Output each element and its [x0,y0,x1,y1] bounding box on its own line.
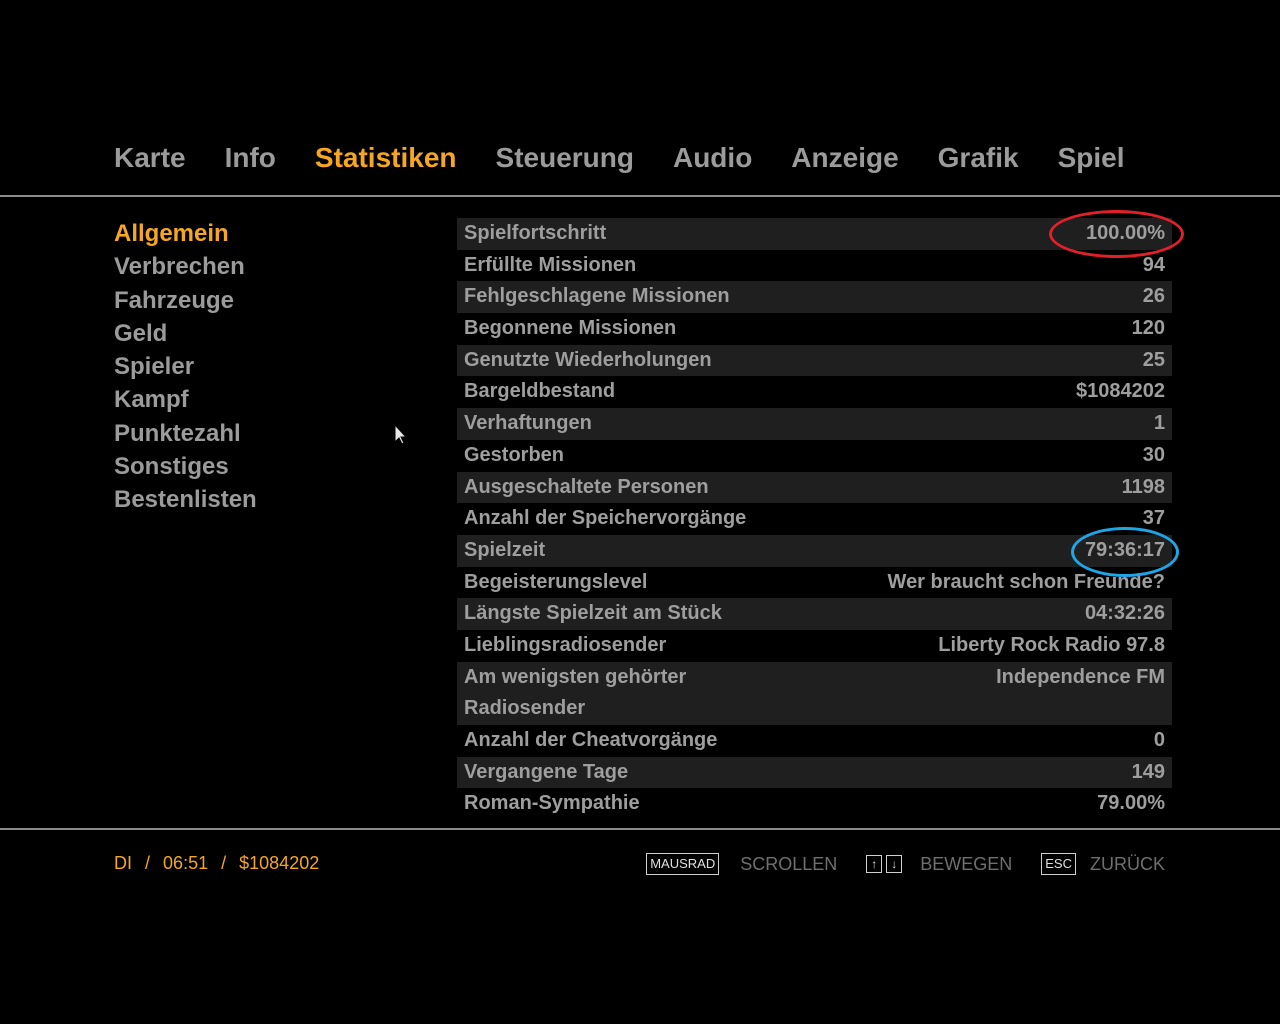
stat-value: 1198 [1121,475,1165,498]
stat-row: Längste Spielzeit am Stück 04:32:26 [457,598,1172,630]
stat-row: Lieblingsradiosender Liberty Rock Radio 9… [457,630,1172,662]
stat-value: 1 [1153,412,1165,435]
status-readout: DI / 06:51 / $1084202 [114,853,319,874]
stat-label: Begeisterungslevel [464,570,648,593]
category-spieler[interactable]: Spieler [114,350,257,383]
back-hint[interactable]: ZURÜCK [1090,854,1165,875]
control-hints: MAUSRAD SCROLLEN ↑ ↓ BEWEGEN ESC ZURÜCK [646,853,1165,875]
stat-label: Erfüllte Missionen [464,253,637,276]
category-list: Allgemein Verbrechen Fahrzeuge Geld Spie… [114,217,257,517]
stat-label: Verhaftungen [464,412,592,435]
main-tab-bar: Karte Info Statistiken Steuerung Audio A… [114,138,1125,178]
stat-value: Liberty Rock Radio 97.8 [938,633,1165,656]
stat-row: Erfüllte Missionen 94 [457,250,1172,282]
stat-label: Fehlgeschlagene Missionen [464,285,730,308]
status-money: $1084202 [239,853,320,873]
stat-label: Roman-Sympathie [464,792,640,815]
stat-row: Verhaftungen 1 [457,408,1172,440]
category-sonstiges[interactable]: Sonstiges [114,450,257,483]
tab-info[interactable]: Info [225,142,276,174]
stat-label: Gestorben [464,443,565,466]
stat-label: Längste Spielzeit am Stück [464,602,722,625]
stat-value: 30 [1142,443,1165,466]
tab-audio[interactable]: Audio [673,142,752,174]
stat-value: 149 [1131,760,1165,783]
top-divider [0,195,1280,197]
stat-label: Begonnene Missionen [464,317,677,340]
stats-table[interactable]: Spielfortschritt 100.00% Erfüllte Mission… [457,218,1172,820]
scroll-hint: SCROLLEN [740,853,838,874]
tab-anzeige[interactable]: Anzeige [791,142,898,174]
stat-value: 04:32:26 [1084,602,1165,625]
status-separator: / [145,853,151,873]
stat-row: Roman-Sympathie 79.00% [457,788,1172,820]
stat-row: Anzahl der Cheatvorgänge 0 [457,725,1172,757]
esc-key: ESC [1041,853,1076,875]
stat-row: Fehlgeschlagene Missionen 26 [457,281,1172,314]
stat-label: Vergangene Tage [464,760,629,783]
category-geld[interactable]: Geld [114,317,257,350]
stat-label: Anzahl der Speichervorgänge [464,507,747,530]
stat-label: Anzahl der Cheatvorgänge [464,729,718,752]
status-separator: / [221,853,227,873]
tab-karte[interactable]: Karte [114,142,186,174]
stat-row: Begonnene Missionen 120 [457,313,1172,345]
tab-grafik[interactable]: Grafik [938,142,1019,174]
mousewheel-key: MAUSRAD [646,853,720,875]
stat-label: Am wenigsten gehörter Radiosender [464,665,687,720]
stat-label: Genutzte Wiederholungen [464,348,712,371]
stat-label: Lieblingsradiosender [464,633,667,656]
arrow-keys: ↑ ↓ [866,855,906,873]
arrow-up-icon: ↑ [866,855,883,873]
category-fahrzeuge[interactable]: Fahrzeuge [114,284,257,317]
stat-row: Vergangene Tage 149 [457,756,1172,789]
category-kampf[interactable]: Kampf [114,383,257,416]
arrow-down-icon: ↓ [886,855,903,873]
stat-label: Bargeldbestand [464,380,616,403]
stat-value: Wer braucht schon Freunde? [887,570,1165,593]
status-time: 06:51 [163,853,209,873]
stat-value: 120 [1131,317,1165,340]
category-punktezahl[interactable]: Punktezahl [114,417,257,450]
stat-value: 0 [1153,729,1165,752]
stat-value: 26 [1142,285,1165,308]
stat-value: 79.00% [1097,792,1165,815]
stat-label: Spielfortschritt [464,222,607,244]
bottom-divider [0,828,1280,830]
tab-steuerung[interactable]: Steuerung [496,142,634,174]
stat-row: Bargeldbestand $1084202 [457,376,1172,408]
stat-row: Am wenigsten gehörter Radiosender Indepen… [457,661,1172,726]
category-verbrechen[interactable]: Verbrechen [114,250,257,283]
stat-value: $1084202 [1076,380,1165,403]
stat-row: Spielfortschritt 100.00% [457,218,1172,250]
status-day: DI [114,853,132,873]
tab-statistiken[interactable]: Statistiken [315,142,457,174]
category-bestenlisten[interactable]: Bestenlisten [114,483,257,516]
stat-row: Begeisterungslevel Wer braucht schon Freu… [457,567,1172,599]
mouse-cursor-icon [394,424,408,445]
stat-row: Ausgeschaltete Personen 1198 [457,471,1172,504]
stat-value: 94 [1142,253,1165,276]
stat-value: Independence FM [996,665,1165,688]
stat-value: 79:36:17 [1084,538,1165,561]
stat-value: 100.00% [1086,222,1165,244]
stat-row: Gestorben 30 [457,440,1172,472]
tab-spiel[interactable]: Spiel [1058,142,1125,174]
stat-row: Spielzeit 79:36:17 [457,534,1172,567]
stat-value: 37 [1142,507,1165,530]
category-allgemein[interactable]: Allgemein [114,217,257,250]
stat-label: Ausgeschaltete Personen [464,475,709,498]
stat-row: Genutzte Wiederholungen 25 [457,344,1172,377]
stat-value: 25 [1142,348,1165,371]
stat-row: Anzahl der Speichervorgänge 37 [457,503,1172,535]
stat-label: Spielzeit [464,538,546,561]
move-hint: BEWEGEN [920,853,1013,874]
